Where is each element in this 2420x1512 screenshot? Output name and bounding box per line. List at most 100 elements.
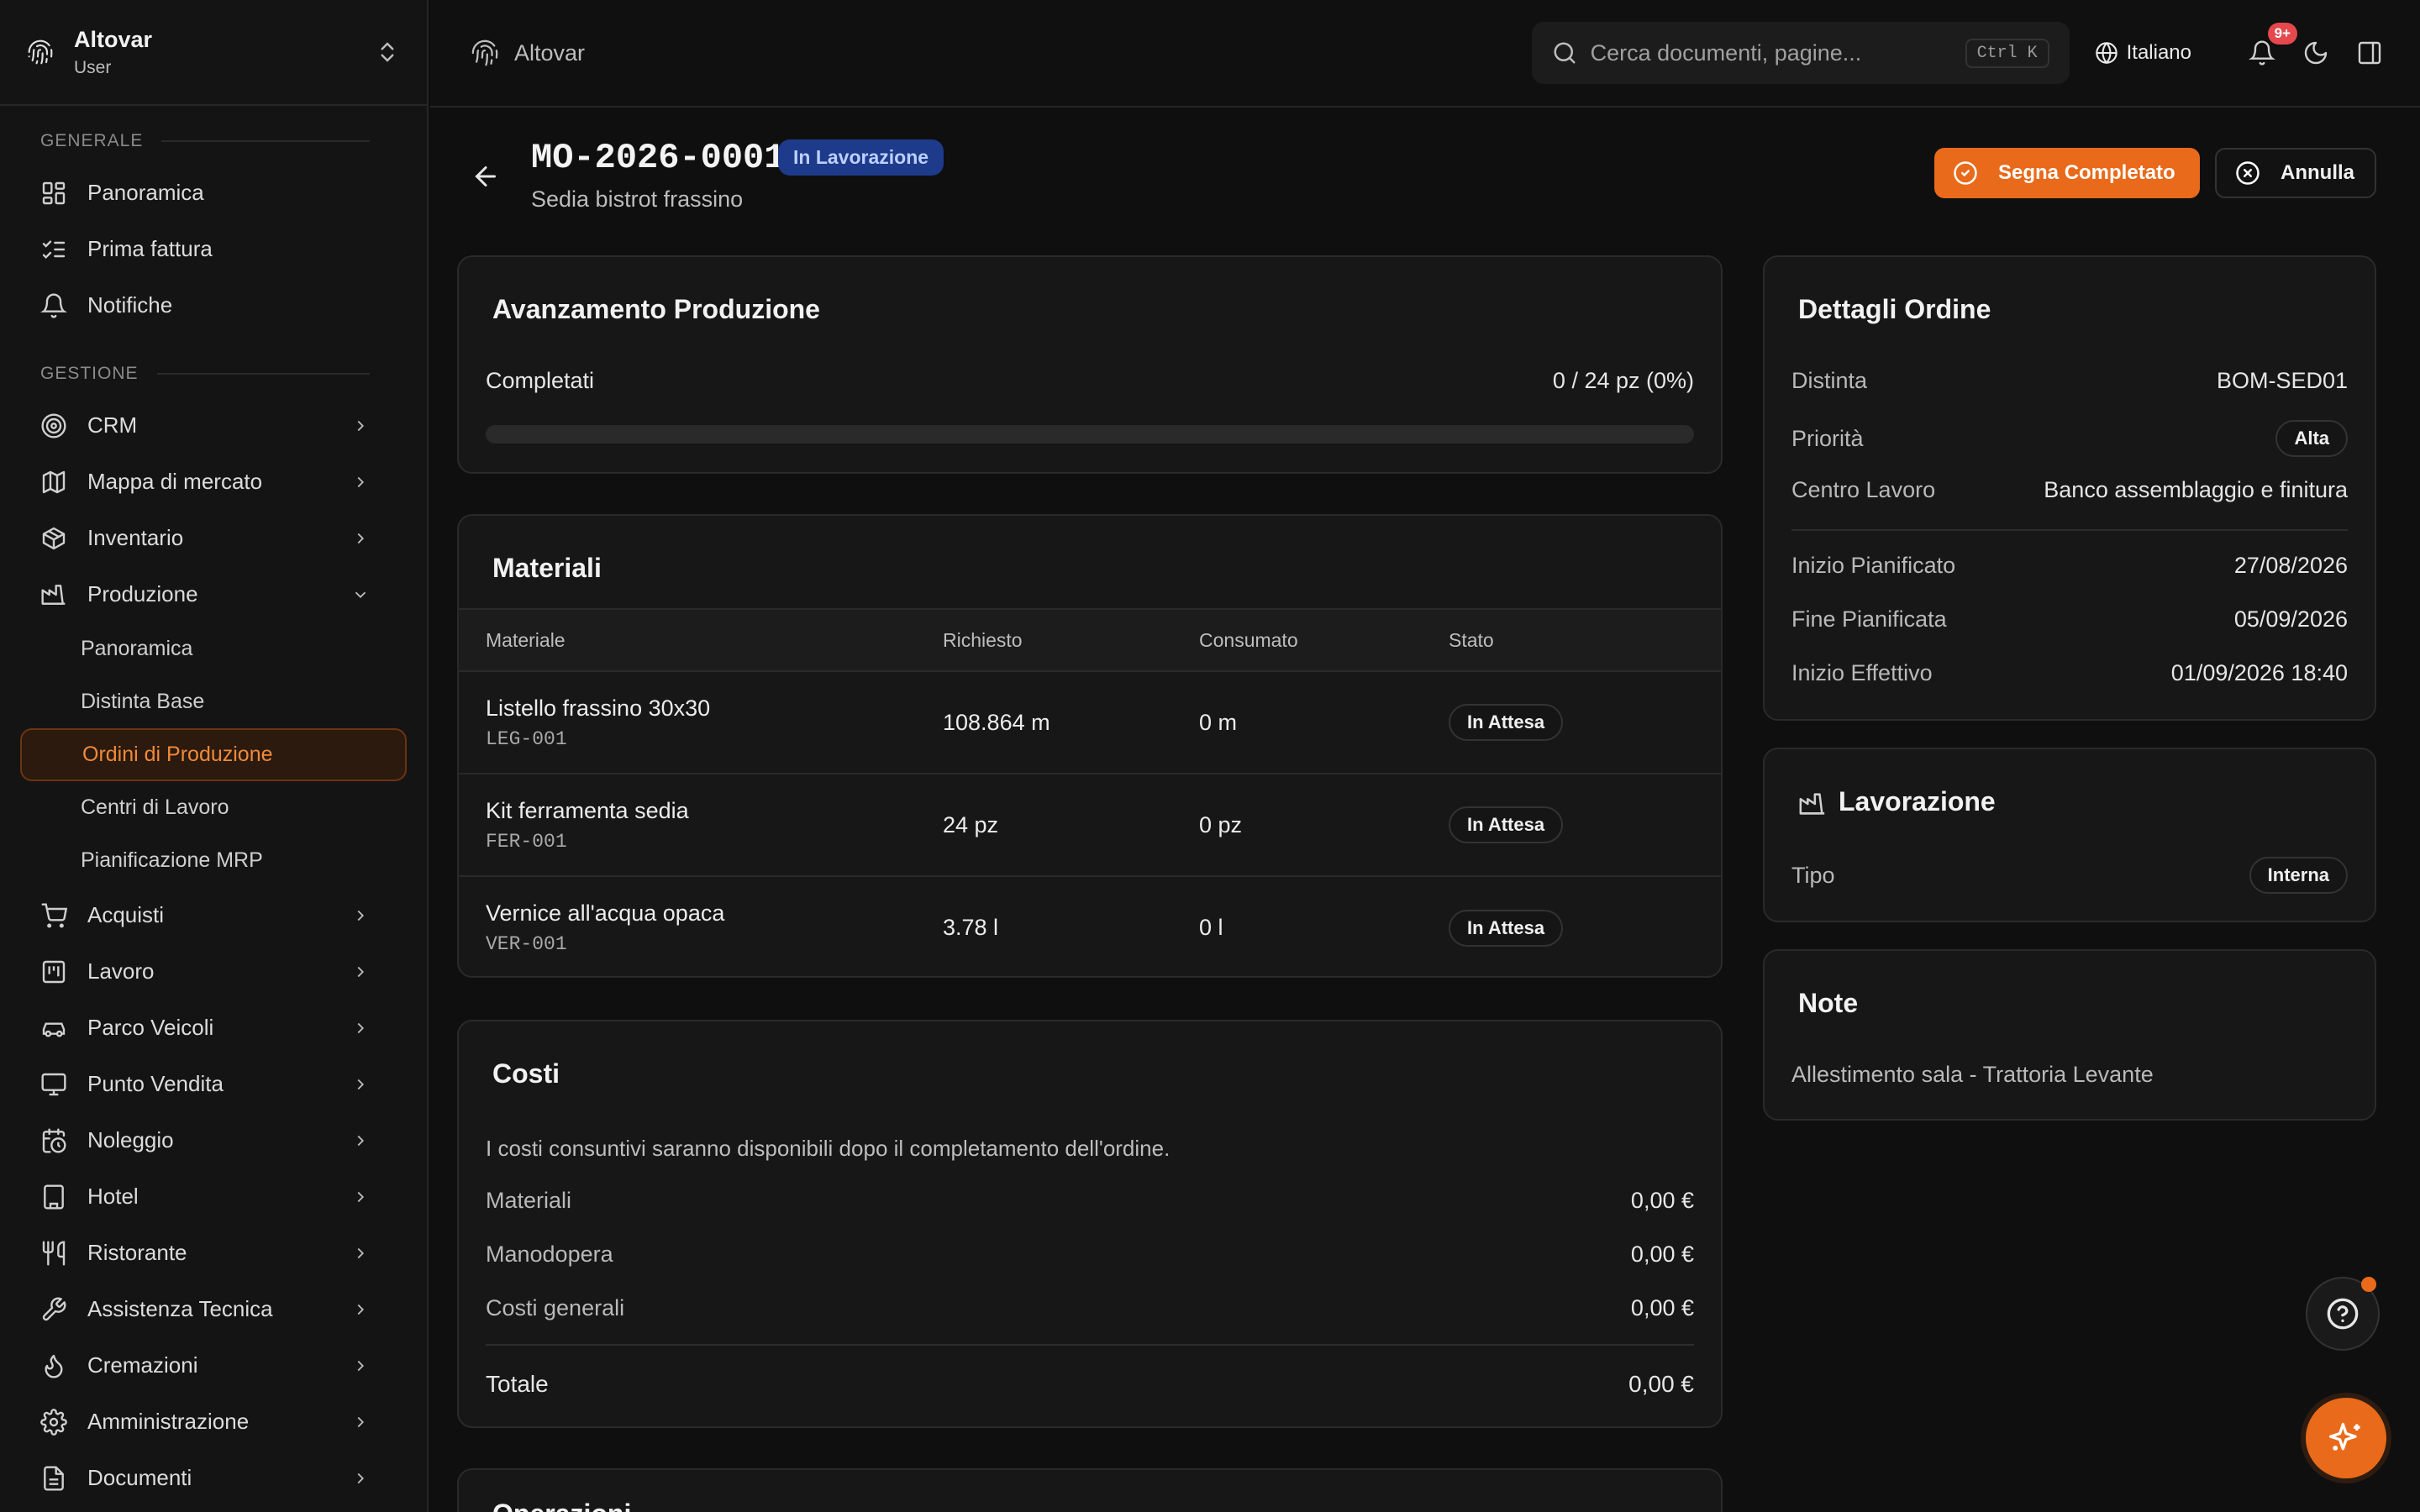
factory-icon: [1799, 793, 1825, 815]
column-header: Richiesto: [943, 608, 1199, 672]
app-root: Altovar User GENERALE Panoramica Prima f…: [0, 0, 2420, 1512]
sidebar-item-documenti[interactable]: Documenti: [0, 1450, 427, 1506]
notifications-button[interactable]: 9+: [2245, 23, 2297, 70]
status-badge: In Attesa: [1449, 909, 1564, 947]
sidebar-item-inventario[interactable]: Inventario: [0, 510, 427, 566]
operations-card: Operazioni: [457, 1468, 1723, 1512]
sidebar-item-label: Notifiche: [87, 292, 173, 318]
cancel-label: Annulla: [2281, 161, 2354, 184]
search-bar[interactable]: Ctrl K: [1531, 22, 2070, 84]
breadcrumb[interactable]: Altovar: [514, 40, 1532, 66]
sidebar-item-mappa[interactable]: Mappa di mercato: [0, 454, 427, 510]
chevron-right-icon: [357, 966, 365, 977]
workspace-name: Altovar: [74, 26, 153, 52]
cost-value: 0,00 €: [1630, 1242, 1694, 1267]
detail-value: 27/08/2026: [2233, 553, 2348, 578]
sidebar-item-ristorante[interactable]: Ristorante: [0, 1225, 427, 1281]
ai-assistant-button[interactable]: [2306, 1398, 2386, 1478]
detail-value: Banco assemblaggio e finitura: [2044, 477, 2348, 502]
map-icon: [42, 470, 66, 493]
required-cell: 108.864 m: [943, 671, 1199, 774]
sidebar-item-produzione[interactable]: Produzione: [0, 566, 427, 622]
sidebar-item-label: Inventario: [87, 525, 184, 550]
chevron-right-icon: [357, 1304, 365, 1315]
status-cell: In Attesa: [1449, 876, 1721, 976]
processing-card: Lavorazione Tipo Interna: [1763, 748, 2376, 922]
sidebar-item-noleggio[interactable]: Noleggio: [0, 1112, 427, 1168]
cancel-button[interactable]: Annulla: [2215, 148, 2376, 198]
detail-label: Tipo: [1791, 862, 1835, 888]
kanban-icon: [42, 960, 66, 983]
detail-value: BOM-SED01: [2216, 368, 2348, 393]
cost-value: 0,00 €: [1630, 1295, 1694, 1320]
search-input[interactable]: [1590, 39, 1965, 66]
sidebar-item-label: Lavoro: [87, 958, 155, 984]
x-circle-icon: [2236, 161, 2260, 185]
help-button[interactable]: [2306, 1277, 2380, 1351]
chevrons-up-down-icon: [381, 42, 394, 62]
help-circle-icon: [2327, 1298, 2359, 1330]
sidebar-item-label: Acquisti: [87, 902, 165, 927]
factory-icon: [41, 584, 66, 605]
sidebar-item-lavoro[interactable]: Lavoro: [0, 943, 427, 1000]
priority-badge: Alta: [2275, 420, 2348, 457]
sidebar-item-amministrazione[interactable]: Amministrazione: [0, 1394, 427, 1450]
cost-line-manodopera: Manodopera 0,00 €: [486, 1242, 1694, 1268]
sidebar-item-parco-veicoli[interactable]: Parco Veicoli: [0, 1000, 427, 1056]
sidebar-item-label: Hotel: [87, 1184, 139, 1209]
sidebar-subitem-panoramica[interactable]: Panoramica: [20, 622, 407, 675]
sidebar-item-assistenza-tecnica[interactable]: Assistenza Tecnica: [0, 1281, 427, 1337]
sidebar-item-label: Parco Veicoli: [87, 1015, 214, 1040]
order-details-card: Dettagli Ordine Distinta BOM-SED01 Prior…: [1763, 255, 2376, 721]
sidebar-subitem-pianificazione-mrp[interactable]: Pianificazione MRP: [20, 834, 407, 887]
fingerprint-icon: [28, 39, 53, 65]
wrench-icon: [42, 1297, 66, 1320]
material-name: Kit ferramenta sedia: [486, 797, 689, 823]
sidebar-subitem-ordini-produzione[interactable]: Ordini di Produzione: [20, 728, 407, 781]
sidebar-item-prima-fattura[interactable]: Prima fattura: [0, 221, 427, 277]
target-icon: [41, 412, 66, 438]
detail-label: Fine Pianificata: [1791, 606, 1947, 632]
sidebar-item-notifiche[interactable]: Notifiche: [0, 277, 427, 333]
sidebar-item-punto-vendita[interactable]: Punto Vendita: [0, 1056, 427, 1112]
notes-title: Note: [1798, 988, 1859, 1018]
material-code: VER-001: [486, 933, 567, 955]
materials-card: Materiali Materiale Richiesto Consumato …: [457, 514, 1723, 978]
detail-row-inizio-effettivo: Inizio Effettivo 01/09/2026 18:40: [1791, 660, 2348, 686]
operations-title: Operazioni: [492, 1499, 631, 1512]
sidebar-item-panoramica[interactable]: Panoramica: [0, 165, 427, 221]
column-header: Materiale: [459, 608, 943, 672]
detail-row-priorita: Priorità Alta: [1791, 420, 2348, 457]
table-row[interactable]: Listello frassino 30x30 LEG-001 108.864 …: [459, 671, 1721, 774]
sidebar-item-label: Panoramica: [87, 180, 204, 205]
workspace-switcher[interactable]: Altovar User: [0, 0, 427, 106]
arrow-left-icon[interactable]: [471, 161, 501, 192]
sidebar-item-acquisti[interactable]: Acquisti: [0, 887, 427, 943]
help-indicator-dot: [2361, 1277, 2376, 1292]
sidebar-subitem-centri-lavoro[interactable]: Centri di Lavoro: [20, 781, 407, 834]
search-shortcut: Ctrl K: [1965, 38, 2049, 68]
type-badge: Interna: [2249, 857, 2348, 894]
sidebar-subitem-distinta-base[interactable]: Distinta Base: [20, 675, 407, 728]
theme-toggle-button[interactable]: [2299, 36, 2333, 70]
progress-value: 0 / 24 pz (0%): [1552, 368, 1694, 393]
table-row[interactable]: Kit ferramenta sedia FER-001 24 pz 0 pz …: [459, 774, 1721, 877]
language-selector[interactable]: Italiano: [2095, 41, 2191, 65]
cost-line-materiali: Materiali 0,00 €: [486, 1188, 1694, 1214]
table-row[interactable]: Vernice all'acqua opaca VER-001 3.78 l 0…: [459, 876, 1721, 976]
detail-value: 05/09/2026: [2233, 606, 2348, 632]
sidebar-item-crm[interactable]: CRM: [0, 397, 427, 454]
detail-row-fine-pianificata: Fine Pianificata 05/09/2026: [1791, 606, 2348, 633]
progress-card: Avanzamento Produzione Completati 0 / 24…: [457, 255, 1723, 474]
sidebar-item-label: Assistenza Tecnica: [87, 1296, 273, 1321]
consumed-cell: 0 m: [1199, 671, 1449, 774]
chevron-right-icon: [357, 1473, 365, 1483]
panel-toggle-button[interactable]: [2353, 36, 2386, 70]
chevron-right-icon: [357, 1022, 365, 1033]
mark-completed-button[interactable]: Segna Completato: [1934, 148, 2200, 198]
sidebar-item-label: Ristorante: [87, 1240, 187, 1265]
page-title: MO-2026-0001: [531, 138, 786, 178]
sidebar-item-cremazioni[interactable]: Cremazioni: [0, 1337, 427, 1394]
chevron-down-icon: [355, 591, 366, 598]
sidebar-item-hotel[interactable]: Hotel: [0, 1168, 427, 1225]
